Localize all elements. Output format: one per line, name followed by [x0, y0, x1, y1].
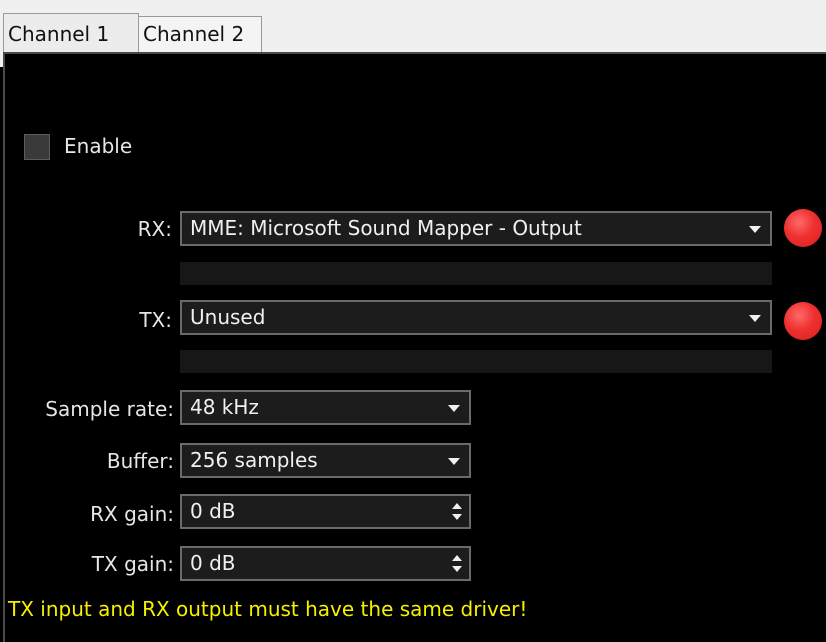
- chevron-down-icon: [448, 405, 460, 412]
- sample-rate-select[interactable]: 48 kHz: [180, 390, 471, 425]
- rx-label: RX:: [137, 217, 172, 241]
- spin-down-icon[interactable]: [452, 514, 462, 520]
- buffer-value: 256 samples: [190, 448, 318, 472]
- driver-warning-text: TX input and RX output must have the sam…: [8, 597, 528, 621]
- rx-gain-label: RX gain:: [90, 502, 174, 526]
- spin-down-icon[interactable]: [452, 566, 462, 572]
- tx-label: TX:: [139, 308, 172, 332]
- tx-gain-value: 0 dB: [190, 551, 236, 575]
- chevron-down-icon: [749, 226, 761, 233]
- spin-up-icon[interactable]: [452, 555, 462, 561]
- tx-status-indicator: [784, 302, 822, 340]
- tx-device-select[interactable]: Unused: [180, 300, 772, 335]
- tab-channel-2[interactable]: Channel 2: [138, 16, 262, 52]
- tx-gain-label: TX gain:: [91, 552, 174, 576]
- tab-channel-1[interactable]: Channel 1: [3, 13, 139, 53]
- tx-gain-spinbox[interactable]: 0 dB: [180, 546, 471, 581]
- buffer-select[interactable]: 256 samples: [180, 443, 471, 478]
- tx-device-value: Unused: [190, 305, 266, 329]
- rx-device-select[interactable]: MME: Microsoft Sound Mapper - Output: [180, 211, 772, 246]
- buffer-label: Buffer:: [106, 449, 174, 473]
- rx-gain-spinbox[interactable]: 0 dB: [180, 494, 471, 529]
- rx-gain-value: 0 dB: [190, 499, 236, 523]
- rx-level-meter: [180, 262, 772, 285]
- chevron-down-icon: [749, 315, 761, 322]
- chevron-down-icon: [448, 458, 460, 465]
- spin-up-icon[interactable]: [452, 503, 462, 509]
- enable-label: Enable: [64, 134, 133, 158]
- rx-status-indicator: [784, 209, 822, 247]
- rx-device-value: MME: Microsoft Sound Mapper - Output: [190, 216, 582, 240]
- sample-rate-value: 48 kHz: [190, 395, 259, 419]
- tx-level-meter: [180, 350, 772, 373]
- sample-rate-label: Sample rate:: [45, 397, 174, 421]
- enable-checkbox[interactable]: [24, 134, 50, 160]
